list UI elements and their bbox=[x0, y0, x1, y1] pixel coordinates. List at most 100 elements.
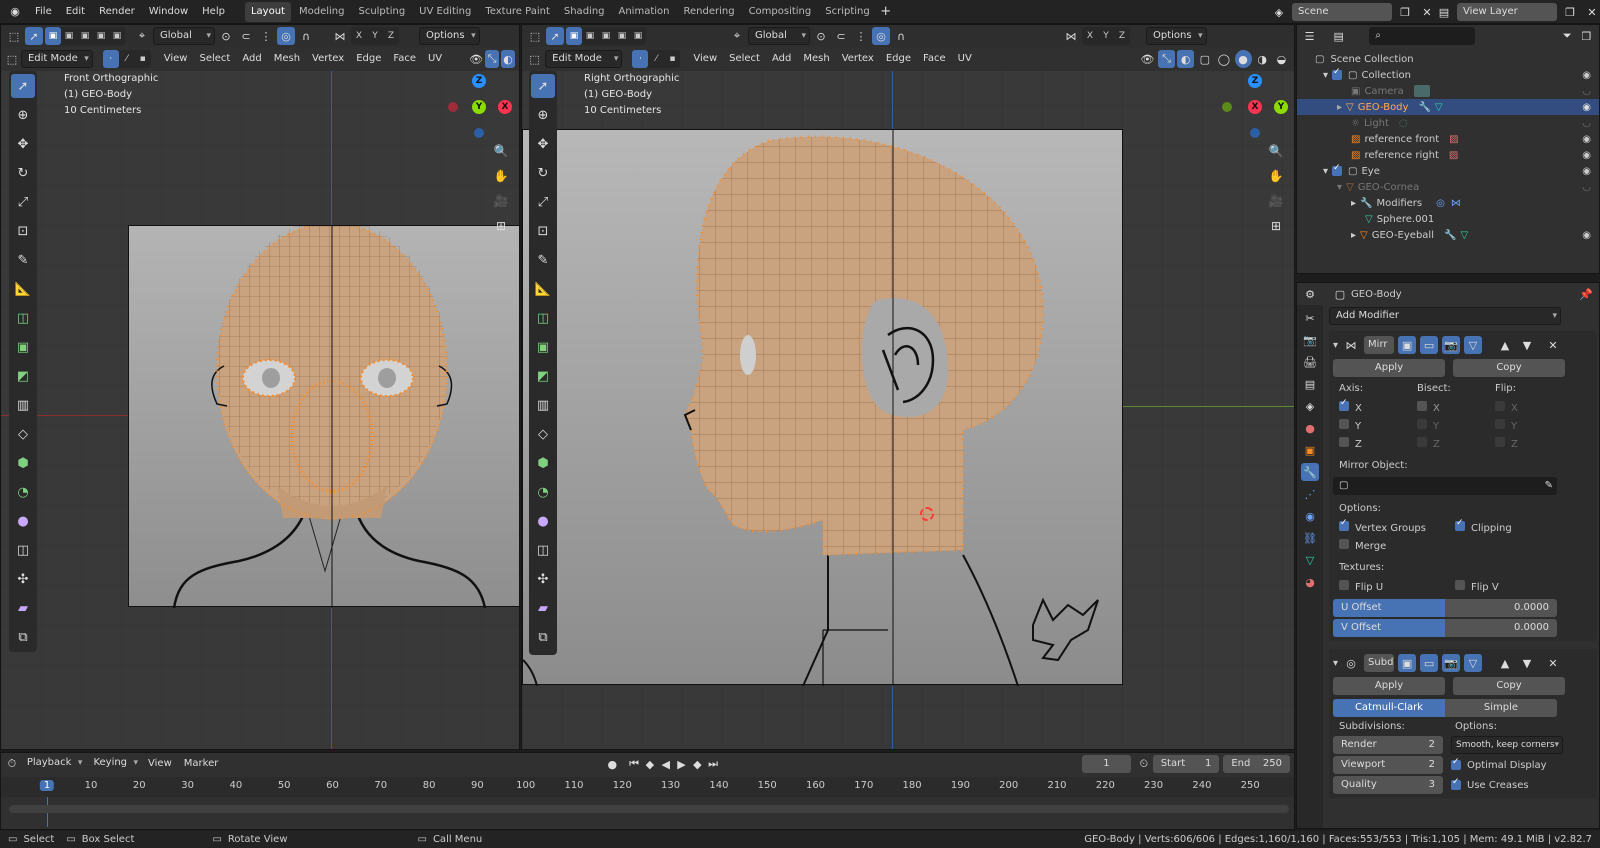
jump-end-icon[interactable]: ⏭ bbox=[706, 755, 720, 773]
move-up-icon[interactable]: ▲ bbox=[1496, 336, 1514, 354]
menu-file[interactable]: File bbox=[28, 0, 59, 24]
menu-view[interactable]: View bbox=[159, 50, 193, 68]
shrink-fatten-tool-icon[interactable]: ✣ bbox=[531, 567, 555, 591]
world-tab-icon[interactable]: ● bbox=[1301, 419, 1319, 437]
simple-button[interactable]: Simple bbox=[1445, 699, 1557, 717]
vertex-select-icon[interactable]: ⋅ bbox=[102, 50, 119, 68]
shading-solid-icon[interactable]: ● bbox=[1234, 50, 1252, 68]
xray-icon[interactable]: ▢ bbox=[1196, 50, 1213, 68]
transform-tool-icon[interactable]: ⊡ bbox=[11, 219, 35, 243]
poly-build-tool-icon[interactable]: ⬢ bbox=[531, 451, 555, 475]
next-keyframe-icon[interactable]: ◆ bbox=[690, 755, 704, 773]
expand-arrow-icon[interactable]: ▾ bbox=[1337, 182, 1342, 193]
select-box-tool-icon[interactable]: ➚ bbox=[546, 27, 564, 45]
axis-x-checkbox[interactable]: X bbox=[1339, 398, 1417, 414]
transform-orientation-dropdown[interactable]: Global bbox=[153, 27, 215, 45]
vertex-groups-checkbox[interactable]: Vertex Groups bbox=[1339, 518, 1455, 534]
visibility-icon[interactable]: 👁 bbox=[1139, 50, 1156, 68]
editor-type-icon[interactable]: ☰ bbox=[1301, 27, 1318, 45]
outliner-item-sphere[interactable]: ▽ Sphere.001 bbox=[1297, 211, 1599, 227]
edge-select-icon[interactable]: ⁄ bbox=[119, 50, 135, 68]
mirror-name-field[interactable]: Mirr bbox=[1364, 336, 1395, 354]
constraints-tab-icon[interactable]: ⛓ bbox=[1301, 529, 1319, 547]
shear-tool-icon[interactable]: ▰ bbox=[11, 596, 35, 620]
tab-texture-paint[interactable]: Texture Paint bbox=[479, 2, 556, 22]
scale-tool-icon[interactable]: ⤢ bbox=[531, 190, 555, 214]
catmull-clark-button[interactable]: Catmull-Clark bbox=[1333, 699, 1445, 717]
tab-animation[interactable]: Animation bbox=[613, 2, 676, 22]
expand-arrow-icon[interactable]: ▸ bbox=[1337, 102, 1342, 113]
select-tool-icon[interactable]: ➚ bbox=[11, 74, 35, 98]
extrude-tool-icon[interactable]: ◫ bbox=[531, 306, 555, 330]
menu-select[interactable]: Select bbox=[194, 50, 235, 68]
shading-material-icon[interactable]: ◑ bbox=[1254, 50, 1271, 68]
mirror-copy-button[interactable]: Copy bbox=[1453, 359, 1565, 377]
marker-menu[interactable]: Marker bbox=[179, 755, 224, 773]
uv-smooth-dropdown[interactable]: Smooth, keep corners bbox=[1451, 736, 1563, 754]
record-icon[interactable]: ● bbox=[605, 755, 619, 773]
timeline-ruler[interactable]: 1 10 20 30 40 50 60 70 80 90 100 110 120 130 140 150 160… bbox=[1, 777, 1294, 797]
mirror-y-toggle[interactable]: Y bbox=[1098, 27, 1114, 45]
face-select-icon[interactable]: ▪ bbox=[664, 50, 680, 68]
move-tool-icon[interactable]: ✥ bbox=[11, 132, 35, 156]
menu-view[interactable]: View bbox=[688, 50, 722, 68]
tab-compositing[interactable]: Compositing bbox=[743, 2, 818, 22]
menu-vertex[interactable]: Vertex bbox=[837, 50, 879, 68]
mirror-y-toggle[interactable]: Y bbox=[367, 27, 383, 45]
eye-icon[interactable]: ◉ bbox=[1582, 166, 1591, 177]
quality-field[interactable]: Quality 3 bbox=[1333, 776, 1443, 794]
spin-tool-icon[interactable]: ◔ bbox=[531, 480, 555, 504]
mode-new-icon[interactable]: ▣ bbox=[566, 27, 582, 45]
cage-toggle-icon[interactable]: ▽ bbox=[1464, 336, 1483, 354]
eye-hidden-icon[interactable]: ◡ bbox=[1582, 182, 1591, 193]
gizmo-y-axis[interactable]: Y bbox=[472, 100, 486, 114]
pivot-icon[interactable]: ⊙ bbox=[812, 27, 830, 45]
edge-slide-tool-icon[interactable]: ◫ bbox=[11, 538, 35, 562]
view-layer-field[interactable]: View Layer bbox=[1457, 3, 1557, 21]
remove-modifier-icon[interactable]: ✕ bbox=[1544, 336, 1562, 354]
outliner-item-geo-eyeball[interactable]: ▸ ▽ GEO-Eyeball 🔧 ▽ ◉ bbox=[1297, 227, 1599, 243]
edge-select-icon[interactable]: ⁄ bbox=[648, 50, 664, 68]
mode-subtract-icon[interactable]: ▣ bbox=[77, 27, 93, 45]
collapse-arrow-icon[interactable]: ▾ bbox=[1333, 340, 1338, 351]
menu-mesh[interactable]: Mesh bbox=[798, 50, 834, 68]
expand-arrow-icon[interactable]: ▾ bbox=[1323, 70, 1328, 81]
cage-toggle-icon[interactable]: ▽ bbox=[1464, 654, 1483, 672]
select-tool-icon[interactable]: ➚ bbox=[531, 74, 555, 98]
transform-orientation-dropdown[interactable]: Global bbox=[748, 27, 810, 45]
annotate-tool-icon[interactable]: ✎ bbox=[531, 248, 555, 272]
options-dropdown[interactable]: Options bbox=[419, 27, 480, 45]
prev-keyframe-icon[interactable]: ◆ bbox=[643, 755, 657, 773]
zoom-icon[interactable]: 🔍 bbox=[1265, 140, 1287, 162]
eye-icon[interactable]: ◉ bbox=[1582, 150, 1591, 161]
move-down-icon[interactable]: ▼ bbox=[1518, 654, 1536, 672]
expand-arrow-icon[interactable]: ▾ bbox=[1323, 166, 1328, 177]
options-dropdown[interactable]: Options bbox=[1146, 27, 1207, 45]
rotate-tool-icon[interactable]: ↻ bbox=[11, 161, 35, 185]
blender-logo-icon[interactable]: ◉ bbox=[6, 3, 24, 21]
menu-vertex[interactable]: Vertex bbox=[307, 50, 349, 68]
mode-intersect-icon[interactable]: ▣ bbox=[630, 27, 646, 45]
editor-type-icon[interactable]: ⏱ bbox=[5, 755, 19, 773]
subsurf-name-field[interactable]: Subd bbox=[1364, 654, 1395, 672]
display-mode-icon[interactable]: ▤ bbox=[1330, 27, 1347, 45]
gizmo-x-axis[interactable]: X bbox=[498, 100, 512, 114]
outliner-item-geo-cornea[interactable]: ▾ ▽ GEO-Cornea ◡ bbox=[1297, 179, 1599, 195]
gizmo-neg-z-axis[interactable] bbox=[1250, 128, 1260, 138]
edge-slide-tool-icon[interactable]: ◫ bbox=[531, 538, 555, 562]
loop-cut-tool-icon[interactable]: ▥ bbox=[531, 393, 555, 417]
new-collection-icon[interactable]: ❐ bbox=[1578, 27, 1595, 45]
tab-modeling[interactable]: Modeling bbox=[293, 2, 351, 22]
smooth-tool-icon[interactable]: ● bbox=[531, 509, 555, 533]
overlay-toggle-icon[interactable]: ◐ bbox=[1177, 50, 1195, 68]
snap-icon[interactable]: ⊂ bbox=[237, 27, 255, 45]
gizmo-toggle-icon[interactable]: ⤡ bbox=[485, 50, 500, 68]
outliner-item-light[interactable]: ☼ Light ◌ ◡ bbox=[1297, 115, 1599, 131]
mirror-x-toggle[interactable]: X bbox=[1082, 27, 1098, 45]
outliner-item-geo-body[interactable]: ▸ ▽ GEO-Body 🔧 ▽ ◉ bbox=[1297, 99, 1599, 115]
tab-layout[interactable]: Layout bbox=[244, 1, 291, 22]
vertex-select-icon[interactable]: ⋅ bbox=[632, 50, 649, 68]
timeline-scrollbar[interactable] bbox=[9, 805, 1289, 813]
play-icon[interactable]: ▶ bbox=[675, 755, 689, 773]
select-box-tool-icon[interactable]: ➚ bbox=[25, 27, 43, 45]
